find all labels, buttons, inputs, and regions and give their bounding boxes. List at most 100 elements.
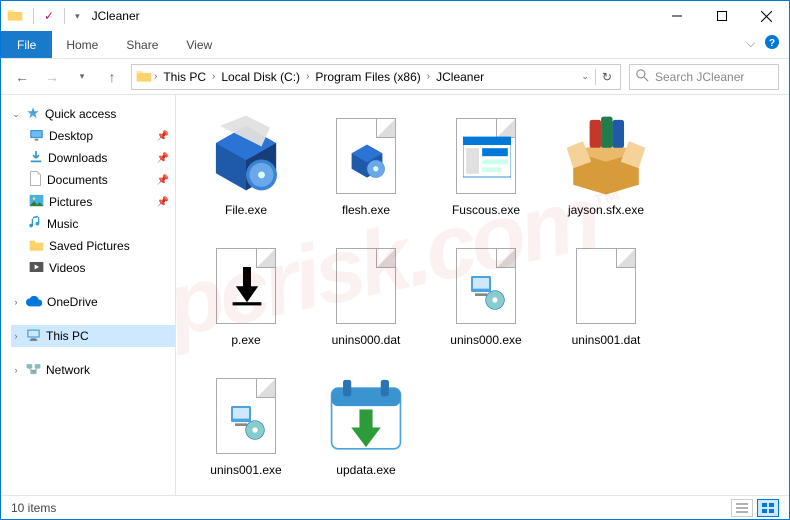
pc-icon: [26, 328, 41, 344]
file-tab[interactable]: File: [1, 31, 52, 58]
file-icon: [321, 241, 411, 331]
folder-icon: [7, 7, 23, 26]
search-icon: [636, 69, 649, 85]
file-label: unins001.exe: [210, 463, 281, 477]
sidebar-item-label: Pictures: [49, 195, 92, 209]
refresh-button[interactable]: ↻: [602, 70, 612, 84]
tab-home[interactable]: Home: [52, 31, 112, 58]
maximize-button[interactable]: [699, 1, 744, 31]
item-icon: [29, 238, 44, 254]
title-text: JCleaner: [92, 9, 140, 23]
breadcrumb-program-files[interactable]: Program Files (x86): [311, 70, 424, 84]
ribbon-expand-icon[interactable]: ⌵: [747, 38, 755, 51]
sidebar-onedrive[interactable]: › OneDrive: [11, 291, 175, 313]
details-view-button[interactable]: [731, 499, 753, 517]
minimize-button[interactable]: [654, 1, 699, 31]
breadcrumb-separator[interactable]: ›: [152, 71, 159, 82]
file-item[interactable]: p.exe: [186, 235, 306, 365]
search-box[interactable]: Search JCleaner: [629, 64, 779, 90]
breadcrumb-local-disk[interactable]: Local Disk (C:): [217, 70, 304, 84]
explorer-window: ✓ ▾ JCleaner File Home Share View ⌵ ? ← …: [0, 0, 790, 520]
sidebar-item-downloads[interactable]: Downloads📌: [11, 147, 175, 169]
breadcrumb-separator[interactable]: ›: [210, 71, 217, 82]
file-item[interactable]: unins000.dat: [306, 235, 426, 365]
sidebar-item-label: Music: [47, 217, 78, 231]
collapse-icon[interactable]: ⌄: [11, 109, 21, 120]
file-label: flesh.exe: [342, 203, 390, 217]
file-icon: [321, 111, 411, 201]
sidebar-this-pc[interactable]: › This PC: [11, 325, 175, 347]
file-item[interactable]: unins001.dat: [546, 235, 666, 365]
navigation-pane: ⌄ Quick access Desktop📌Downloads📌Documen…: [1, 95, 176, 495]
sidebar-quick-access[interactable]: ⌄ Quick access: [11, 103, 175, 125]
cloud-icon: [26, 295, 42, 310]
ribbon: File Home Share View ⌵ ?: [1, 31, 789, 59]
sidebar-item-label: Network: [46, 363, 90, 377]
tab-share[interactable]: Share: [112, 31, 172, 58]
expand-icon[interactable]: ›: [11, 297, 21, 307]
qat-properties-icon[interactable]: ✓: [44, 9, 54, 23]
navigation-bar: ← → ▾ ↑ › This PC › Local Disk (C:) › Pr…: [1, 59, 789, 95]
separator: [64, 8, 65, 24]
recent-locations-button[interactable]: ▾: [71, 66, 93, 88]
expand-icon[interactable]: ›: [11, 365, 21, 375]
sidebar-item-documents[interactable]: Documents 📌: [11, 169, 175, 191]
title-bar: ✓ ▾ JCleaner: [1, 1, 789, 31]
file-label: unins000.dat: [332, 333, 401, 347]
breadcrumb-separator[interactable]: ›: [304, 71, 311, 82]
sidebar-item-label: Documents: [47, 173, 108, 187]
file-label: p.exe: [231, 333, 260, 347]
sidebar-item-pictures[interactable]: Pictures 📌: [11, 191, 175, 213]
close-button[interactable]: [744, 1, 789, 31]
sidebar-item-label: Quick access: [45, 107, 116, 121]
item-count: 10 items: [11, 501, 56, 515]
file-icon: [561, 111, 651, 201]
tab-view[interactable]: View: [172, 31, 226, 58]
body: ⌄ Quick access Desktop📌Downloads📌Documen…: [1, 95, 789, 495]
file-pane[interactable]: File.exe flesh.exe Fuscous.exe jayson.sfx.e…: [176, 95, 789, 495]
quick-access-toolbar: ✓ ▾ JCleaner: [7, 7, 140, 26]
status-bar: 10 items: [1, 495, 789, 519]
svg-text:?: ?: [769, 38, 775, 49]
help-icon[interactable]: ?: [765, 35, 779, 54]
file-icon: [201, 241, 291, 331]
file-item[interactable]: unins001.exe: [186, 365, 306, 495]
pin-icon: 📌: [157, 175, 169, 186]
expand-icon[interactable]: ›: [11, 331, 21, 341]
sidebar-item-saved-pictures[interactable]: Saved Pictures: [11, 235, 175, 257]
file-item[interactable]: unins000.exe: [426, 235, 546, 365]
network-icon: [26, 362, 41, 378]
thumbnails-view-button[interactable]: [757, 499, 779, 517]
back-button[interactable]: ←: [11, 66, 33, 88]
sidebar-item-music[interactable]: Music: [11, 213, 175, 235]
sidebar-item-label: Downloads: [48, 151, 107, 165]
breadcrumb-this-pc[interactable]: This PC: [159, 70, 210, 84]
breadcrumb-current[interactable]: JCleaner: [432, 70, 488, 84]
file-item[interactable]: flesh.exe: [306, 105, 426, 235]
up-button[interactable]: ↑: [101, 66, 123, 88]
item-icon: [29, 150, 43, 167]
qat-dropdown-icon[interactable]: ▾: [75, 11, 80, 22]
breadcrumb-separator[interactable]: ›: [425, 71, 432, 82]
file-label: updata.exe: [336, 463, 395, 477]
item-icon: [29, 261, 44, 276]
sidebar-network[interactable]: › Network: [11, 359, 175, 381]
search-placeholder: Search JCleaner: [655, 70, 744, 84]
file-item[interactable]: jayson.sfx.exe: [546, 105, 666, 235]
file-item[interactable]: Fuscous.exe: [426, 105, 546, 235]
item-icon: [29, 194, 44, 210]
file-item[interactable]: updata.exe: [306, 365, 426, 495]
sidebar-item-videos[interactable]: Videos: [11, 257, 175, 279]
address-dropdown-icon[interactable]: ⌄: [581, 71, 589, 82]
file-icon: [321, 371, 411, 461]
file-icon: [441, 111, 531, 201]
pin-icon: 📌: [157, 197, 169, 208]
forward-button[interactable]: →: [41, 66, 63, 88]
folder-icon: [136, 68, 152, 85]
file-label: Fuscous.exe: [452, 203, 520, 217]
file-label: jayson.sfx.exe: [568, 203, 644, 217]
file-item[interactable]: File.exe: [186, 105, 306, 235]
file-label: File.exe: [225, 203, 267, 217]
sidebar-item-desktop[interactable]: Desktop📌: [11, 125, 175, 147]
address-bar[interactable]: › This PC › Local Disk (C:) › Program Fi…: [131, 64, 621, 90]
